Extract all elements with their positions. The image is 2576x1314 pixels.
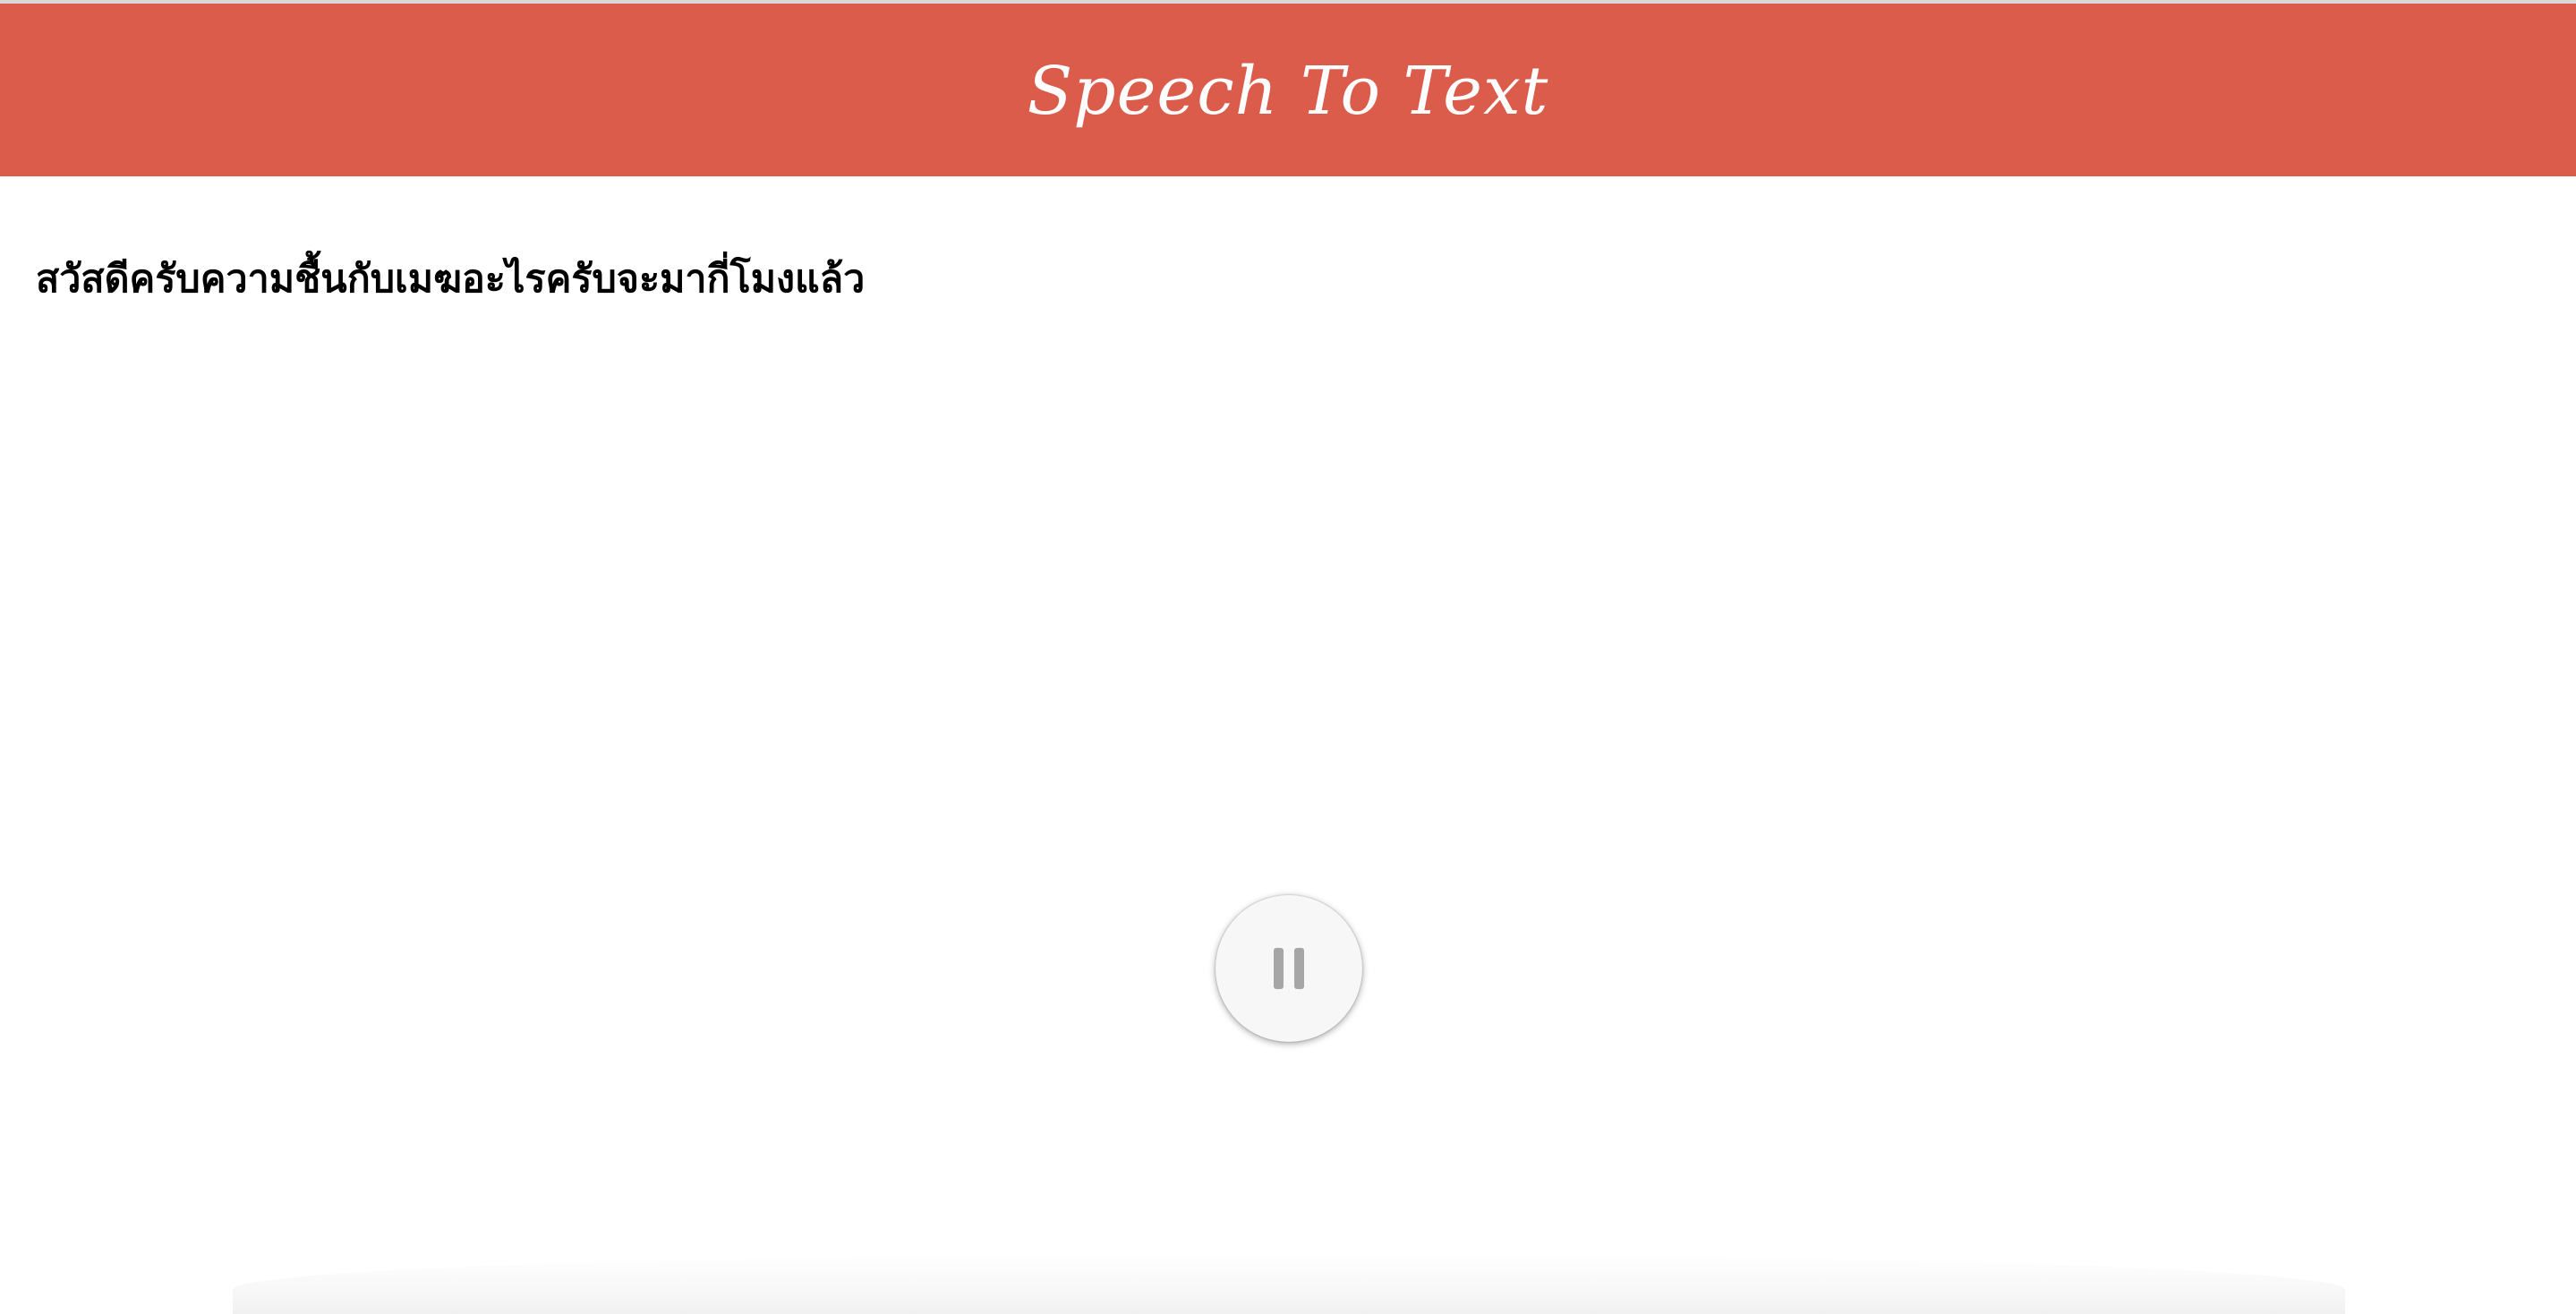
- app-title: Speech To Text: [1027, 52, 1549, 130]
- pause-button[interactable]: [1215, 895, 1362, 1042]
- bottom-panel-shadow: [233, 1253, 2345, 1314]
- app-header: Speech To Text: [0, 4, 2576, 176]
- transcript-text: สวัสดีครับความชื้นกับเมฆอะไรครับจะมากี่โ…: [36, 257, 866, 302]
- pause-icon-right-bar: [1294, 948, 1304, 989]
- pause-icon: [1274, 948, 1304, 989]
- pause-icon-left-bar: [1274, 948, 1284, 989]
